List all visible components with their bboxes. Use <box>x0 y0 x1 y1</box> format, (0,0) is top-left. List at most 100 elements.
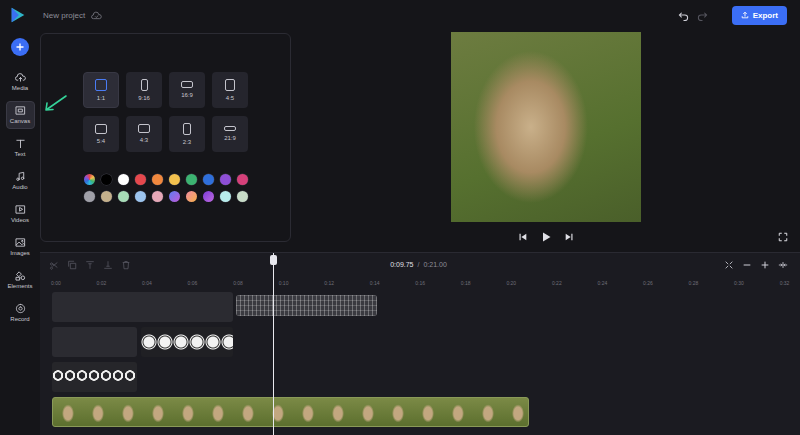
ruler-label: 0:02 <box>97 280 107 286</box>
color-swatch[interactable] <box>203 174 214 185</box>
videos-icon <box>15 204 26 215</box>
color-swatch[interactable] <box>84 191 95 202</box>
color-swatch[interactable] <box>220 174 231 185</box>
export-button[interactable]: Export <box>732 6 787 25</box>
images-icon <box>15 237 26 248</box>
record-icon <box>15 303 26 314</box>
aspect-ratio-option[interactable]: 4:3 <box>126 116 162 152</box>
sidebar-item[interactable]: Text <box>6 134 35 162</box>
redo-icon[interactable] <box>697 10 708 21</box>
color-swatch[interactable] <box>101 174 112 185</box>
timeline-clip[interactable] <box>141 327 233 357</box>
playhead[interactable] <box>273 253 274 435</box>
color-swatch[interactable] <box>135 191 146 202</box>
logo-icon[interactable] <box>9 6 27 24</box>
zoom-out-icon[interactable] <box>742 260 752 270</box>
trash-icon[interactable] <box>121 260 131 270</box>
ratio-shape-icon <box>183 123 191 135</box>
color-swatch[interactable] <box>118 191 129 202</box>
color-swatch[interactable] <box>152 191 163 202</box>
aspect-ratio-option[interactable]: 9:16 <box>126 72 162 108</box>
timeline-track <box>51 397 800 427</box>
sidebar-item[interactable]: Audio <box>6 167 35 195</box>
ruler-label: 0:28 <box>689 280 699 286</box>
track-gap <box>52 327 137 357</box>
color-swatch[interactable] <box>169 191 180 202</box>
aspect-ratio-option[interactable]: 21:9 <box>212 116 248 152</box>
editor-app: New project Export Media Canvas Text Audio Vid… <box>0 0 800 435</box>
color-swatch[interactable] <box>135 174 146 185</box>
color-swatch[interactable] <box>237 191 248 202</box>
aspect-ratio-option[interactable]: 16:9 <box>169 72 205 108</box>
project-name[interactable]: New project <box>43 11 85 20</box>
ruler-label: 0:24 <box>597 280 607 286</box>
sidebar-item[interactable]: Canvas <box>6 101 35 129</box>
timeline: 0:09.75/0:21.000:000:020:040:060:080:100… <box>40 252 800 435</box>
text-icon <box>15 138 26 149</box>
color-swatch[interactable] <box>118 174 129 185</box>
ruler-label: 0:08 <box>233 280 243 286</box>
ruler-label: 0:10 <box>279 280 289 286</box>
ratio-shape-icon <box>95 124 107 134</box>
sidebar-item[interactable]: Videos <box>6 200 35 228</box>
canvas-panel: 1:19:1616:94:5 5:44:32:321:9 <box>40 33 291 242</box>
ratio-shape-icon <box>138 124 150 133</box>
aspect-ratio-option[interactable]: 1:1 <box>83 72 119 108</box>
sidebar-item[interactable]: Media <box>6 68 35 96</box>
sidebar: Media Canvas Text Audio Videos Images Elements… <box>0 30 40 435</box>
timeline-clip[interactable] <box>52 397 529 427</box>
sidebar-item[interactable]: Images <box>6 233 35 261</box>
ruler-label: 0:14 <box>370 280 380 286</box>
preview-frame <box>451 32 641 222</box>
color-swatch[interactable] <box>220 191 231 202</box>
undo-icon[interactable] <box>678 10 689 21</box>
fit-icon[interactable] <box>724 260 734 270</box>
timeline-track <box>51 362 800 392</box>
canvas-icon <box>15 105 26 116</box>
time-display: 0:09.75/0:21.00 <box>390 261 447 268</box>
skip-back-icon[interactable] <box>518 232 528 242</box>
ratio-shape-icon <box>224 126 236 131</box>
ruler-label: 0:00 <box>51 280 61 286</box>
ratio-shape-icon <box>95 79 107 91</box>
timeline-clip[interactable] <box>52 362 137 392</box>
fullscreen-icon[interactable] <box>778 232 788 242</box>
elements-icon <box>15 270 26 281</box>
sidebar-item[interactable]: Record <box>6 299 35 327</box>
color-swatch[interactable] <box>186 191 197 202</box>
preview-area <box>291 30 800 252</box>
color-swatch[interactable] <box>237 174 248 185</box>
ruler-label: 0:12 <box>324 280 334 286</box>
color-swatch[interactable] <box>186 174 197 185</box>
sidebar-item[interactable]: Elements <box>6 266 35 294</box>
expand-icon[interactable] <box>778 260 788 270</box>
duplicate-icon[interactable] <box>67 260 77 270</box>
aspect-ratio-option[interactable]: 5:4 <box>83 116 119 152</box>
timeline-clip[interactable] <box>236 295 377 316</box>
ratio-shape-icon <box>181 81 193 88</box>
color-swatch[interactable] <box>169 174 180 185</box>
audio-icon <box>15 171 26 182</box>
media-icon <box>15 72 26 83</box>
aspect-ratio-option[interactable]: 2:3 <box>169 116 205 152</box>
ruler-label: 0:04 <box>142 280 152 286</box>
play-icon[interactable] <box>540 231 552 243</box>
ruler-label: 0:32 <box>780 280 790 286</box>
top-bar: New project Export <box>0 0 800 30</box>
color-swatch[interactable] <box>203 191 214 202</box>
color-swatch[interactable] <box>84 174 95 185</box>
align-bottom-icon[interactable] <box>103 260 113 270</box>
color-swatch[interactable] <box>101 191 112 202</box>
scissors-icon[interactable] <box>49 260 59 270</box>
skip-forward-icon[interactable] <box>564 232 574 242</box>
align-top-icon[interactable] <box>85 260 95 270</box>
color-swatch[interactable] <box>152 174 163 185</box>
ruler-label: 0:26 <box>643 280 653 286</box>
aspect-ratio-option[interactable]: 4:5 <box>212 72 248 108</box>
ratio-shape-icon <box>225 79 235 91</box>
cloud-sync-icon <box>91 11 102 20</box>
zoom-in-icon[interactable] <box>760 260 770 270</box>
add-button[interactable] <box>11 38 29 56</box>
ruler-label: 0:20 <box>506 280 516 286</box>
upload-icon <box>741 11 749 19</box>
